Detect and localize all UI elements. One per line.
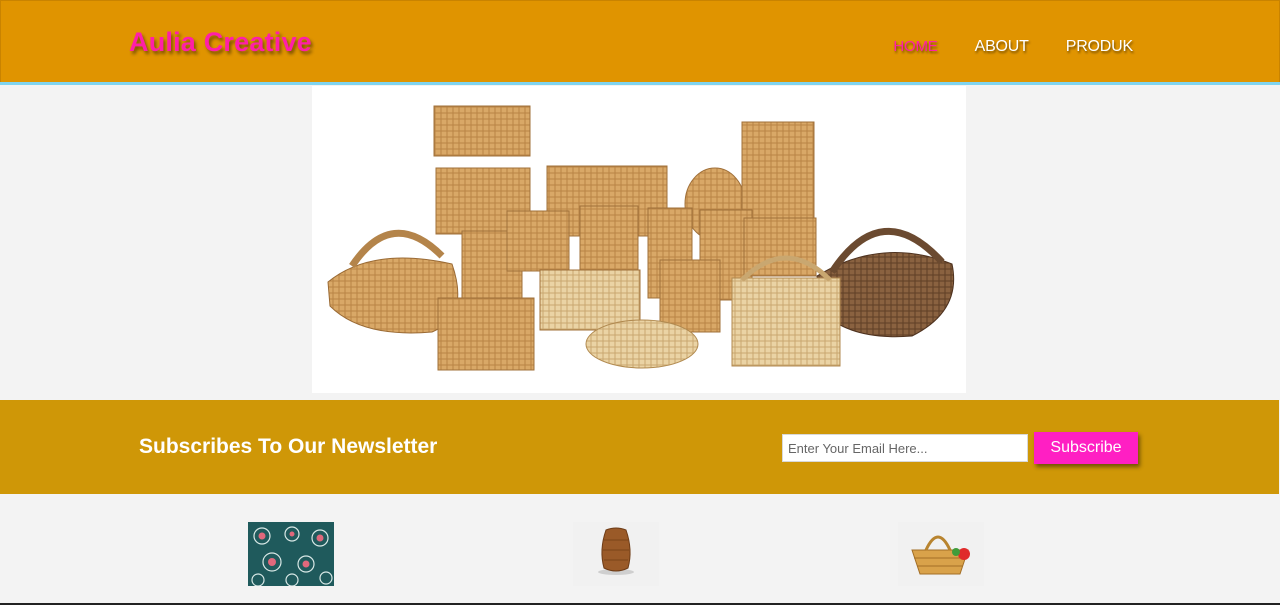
baskets-illustration	[327, 105, 955, 371]
nav-produk[interactable]: PRODUK	[1066, 38, 1133, 56]
product-thumb-vase[interactable]	[573, 522, 659, 586]
subscribe-button[interactable]: Subscribe	[1034, 432, 1138, 464]
rattan-vase-image	[573, 522, 659, 586]
nav-about[interactable]: ABOUT	[975, 38, 1029, 56]
site-logo[interactable]: Aulia Creative	[129, 27, 312, 58]
site-header: Aulia Creative HOME ABOUT PRODUK	[0, 0, 1280, 82]
newsletter-title: Subscribes To Our Newsletter	[139, 435, 438, 458]
header-divider	[0, 82, 1280, 85]
hero-image	[312, 86, 966, 393]
nav-home[interactable]: HOME	[893, 38, 937, 56]
email-input[interactable]	[782, 434, 1028, 462]
product-thumb-batik[interactable]	[248, 522, 334, 587]
main-nav: HOME ABOUT PRODUK	[856, 38, 1133, 56]
product-thumb-basket[interactable]	[898, 522, 984, 586]
newsletter-section: Subscribes To Our Newsletter Subscribe	[0, 400, 1279, 494]
batik-fabric-image	[248, 522, 334, 587]
rattan-basket-image	[898, 522, 984, 586]
